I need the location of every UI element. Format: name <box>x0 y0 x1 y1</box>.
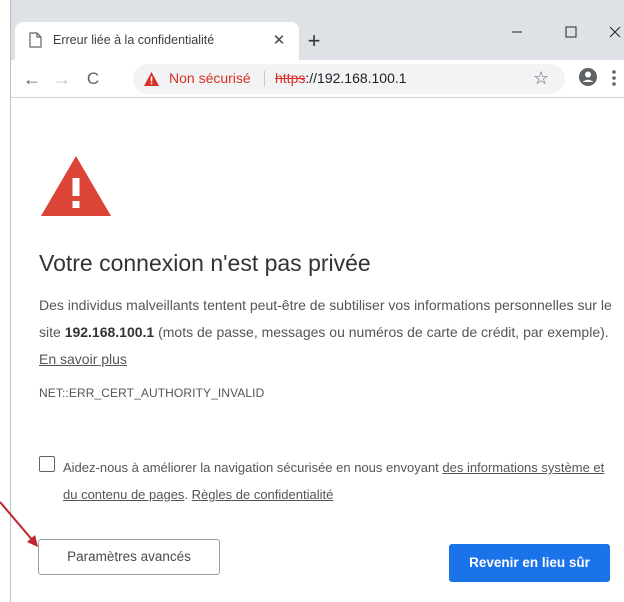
maximize-icon <box>565 26 577 38</box>
privacy-policy-link[interactable]: Règles de confidentialité <box>192 487 334 502</box>
browser-chrome: Erreur liée à la confidentialité ✕ + ← →… <box>10 0 624 98</box>
tab-privacy-error[interactable]: Erreur liée à la confidentialité ✕ <box>15 22 299 60</box>
minimize-button[interactable] <box>497 8 537 38</box>
learn-more-link[interactable]: En savoir plus <box>39 351 127 367</box>
checkbox-separator: . <box>184 487 192 502</box>
checkbox-text: Aidez-nous à améliorer la navigation séc… <box>63 460 443 475</box>
warning-icon[interactable] <box>143 71 160 87</box>
close-tab-icon[interactable]: ✕ <box>269 31 289 51</box>
new-tab-button[interactable]: + <box>301 28 327 54</box>
safe-browsing-label: Aidez-nous à améliorer la navigation séc… <box>63 454 618 508</box>
close-icon <box>609 26 621 38</box>
maximize-button[interactable] <box>551 8 591 38</box>
desc-text-2: (mots de passe, messages ou numéros de c… <box>154 324 609 340</box>
desc-host: 192.168.100.1 <box>64 324 155 340</box>
forward-button[interactable]: → <box>49 66 75 92</box>
tab-strip: Erreur liée à la confidentialité ✕ + <box>11 0 624 60</box>
annotation-arrow <box>0 501 38 547</box>
back-to-safety-button[interactable]: Revenir en lieu sûr <box>449 544 610 582</box>
tab-title: Erreur liée à la confidentialité <box>53 33 215 47</box>
error-description: Des individus malveillants tentent peut-… <box>39 292 619 373</box>
minimize-icon <box>512 31 522 33</box>
url-scheme: https <box>275 70 306 86</box>
bookmark-star-icon[interactable]: ☆ <box>533 68 549 89</box>
profile-icon[interactable] <box>577 66 599 88</box>
menu-kebab-icon[interactable] <box>607 66 621 90</box>
url-host: ://192.168.100.1 <box>305 70 407 86</box>
close-window-button[interactable] <box>595 8 624 38</box>
reload-button[interactable]: C <box>80 66 106 92</box>
interstitial-page: Votre connexion n'est pas privée Des ind… <box>10 98 624 602</box>
page-title: Votre connexion n'est pas privée <box>39 250 371 276</box>
large-warning-icon <box>41 156 111 216</box>
advanced-settings-button[interactable]: Paramètres avancés <box>38 539 220 575</box>
back-button[interactable]: ← <box>19 66 45 92</box>
toolbar: ← → C Non sécurisé https://192.168.100.1… <box>11 60 624 98</box>
not-secure-label[interactable]: Non sécurisé <box>169 70 251 86</box>
error-code: NET::ERR_CERT_AUTHORITY_INVALID <box>39 386 265 400</box>
safe-browsing-checkbox[interactable] <box>39 456 55 472</box>
address-bar[interactable]: Non sécurisé https://192.168.100.1 ☆ <box>133 64 565 94</box>
url-text[interactable]: https://192.168.100.1 <box>275 70 407 86</box>
document-icon <box>29 32 42 48</box>
omnibox-divider <box>264 71 265 87</box>
